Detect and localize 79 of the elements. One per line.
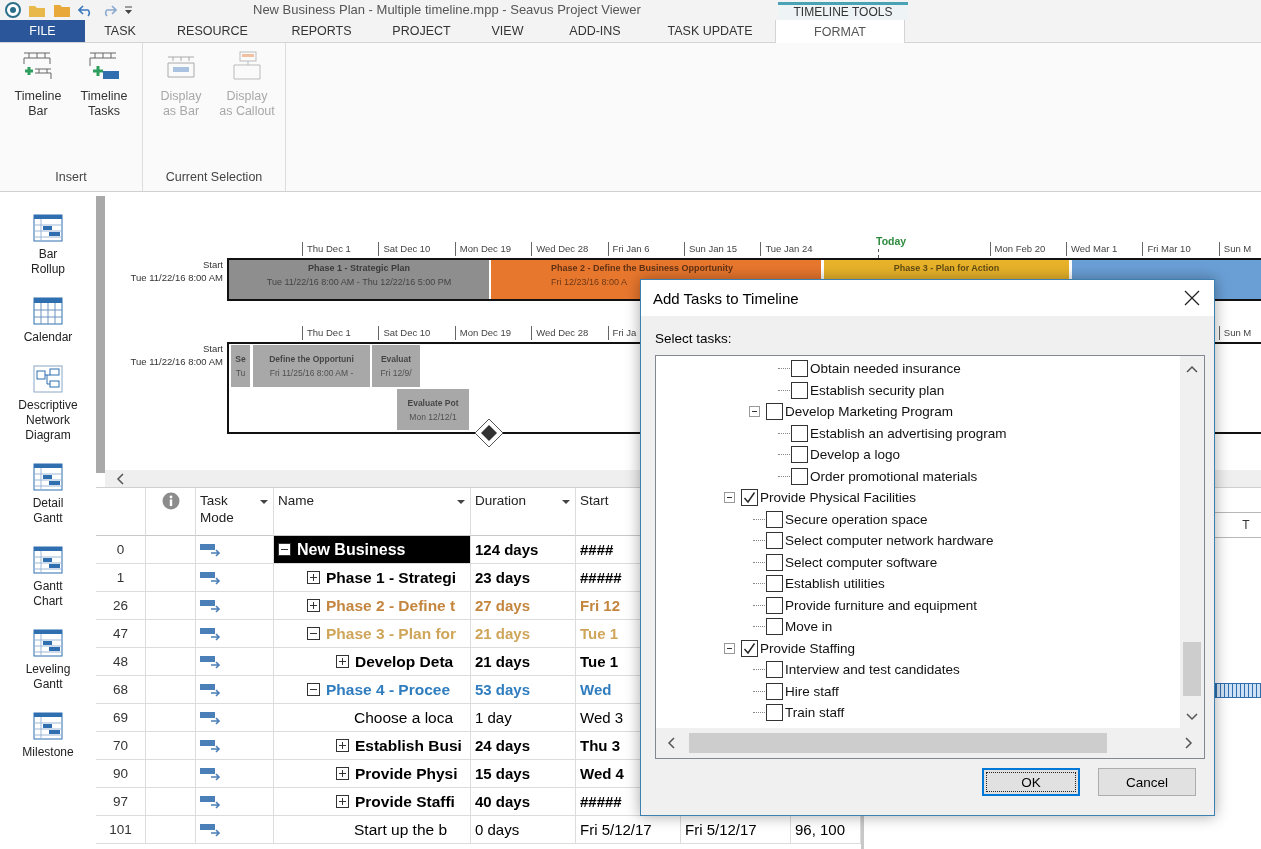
task-name: Phase 2 - Define t [326,596,456,615]
task-name: New Business [297,540,406,559]
row-number: 1 [116,570,125,585]
start-date-text: Wed 3 [580,709,624,726]
task-name: Start up the b [354,820,448,839]
duration-text: 15 days [475,765,531,782]
tick-label: Wed Mar 1 [1066,242,1118,256]
start-date-text: Fri 5/12/17 [580,821,652,838]
group-label: Current Selection [164,170,264,186]
row-number: 47 [113,626,128,641]
tick-label: Sat Dec 10 [378,326,431,340]
start-date-text: ##### [580,569,622,586]
tick-label: Mon Dec 19 [454,242,512,256]
start-label: Start [202,258,223,271]
start-date: Tue 11/22/16 8:00 AM [130,271,223,284]
timescale-label: T [1241,518,1251,532]
tick-label: Fri Jan 6 [607,242,650,256]
duration-text: 21 days [475,653,531,670]
row-number: 48 [113,654,128,669]
tick-label: Wed Dec 28 [531,242,589,256]
row-number: 70 [113,738,128,753]
tick-label: Thu Dec 1 [302,326,351,340]
start-date-text: Tue 1 [580,653,619,670]
dialog-title: Add Tasks to Timeline [653,289,799,307]
tick-label: Sat Dec 10 [378,242,431,256]
row-number: 97 [113,794,128,809]
tick-label: Tue Jan 24 [760,242,813,256]
header-label: Duration [475,492,527,509]
start-date-text: Wed [580,681,612,698]
row-number: 90 [113,766,128,781]
start-label: Start [202,342,223,355]
duration-text: 124 days [475,541,539,558]
tick-label: Fri Mar 10 [1142,242,1191,256]
row-number: 69 [113,710,128,725]
header-label: Name [278,492,314,509]
duration-text: 27 days [475,597,531,614]
row-number: 0 [116,542,125,557]
group-label: Insert [54,170,88,186]
tick-label: Mon Dec 19 [454,326,512,340]
tick-label: Mon Feb 20 [989,242,1046,256]
start-date: Tue 11/22/16 8:00 AM [130,355,223,368]
start-date-text: Wed 4 [580,765,624,782]
tick-label: Wed Dec 28 [531,326,589,340]
row-number: 101 [109,822,132,837]
task-name: Provide Staffi [355,792,455,811]
task-name: Provide Physi [355,764,458,783]
row-number: 68 [113,682,128,697]
header-label: Start [580,492,609,509]
context-tab-label: TIMELINE TOOLS [778,2,908,20]
task-name: Develop Deta [355,652,454,671]
row-number: 26 [113,598,128,613]
task-name: Phase 1 - Strategi [326,568,457,587]
task-name: Phase 4 - Procee [326,680,451,699]
duration-text: 23 days [475,569,531,586]
predecessors-text: 96, 100 [795,821,846,838]
tick-label: Sun M [1218,326,1252,340]
duration-text: 21 days [475,625,531,642]
duration-text: 1 day [475,709,512,726]
task-name: Choose a loca [354,708,454,727]
start-date-text: Tue 1 [580,625,619,642]
select-tasks-label: Select tasks: [655,331,733,346]
duration-text: 53 days [475,681,531,698]
duration-text: 0 days [475,821,520,838]
start-date-text: ##### [580,793,622,810]
tick-label: Sun M [1218,242,1252,256]
start-date-text: #### [580,541,614,558]
task-name: Establish Busi [355,736,462,755]
tick-label: Sun Jan 15 [684,242,738,256]
tick-label: Thu Dec 1 [302,242,351,256]
start-date-text: Fri 12 [580,597,621,614]
header-label: Task Mode [200,492,235,526]
tick-label: Fri Ja [607,326,637,340]
finish-date-text: Fri 5/12/17 [685,821,757,838]
task-name: Phase 3 - Plan for [326,624,457,643]
today-label: Today [876,235,907,247]
duration-text: 24 days [475,737,531,754]
start-date-text: Thu 3 [580,737,620,754]
window-title: New Business Plan - Multiple timeline.mpp - Seavus Project Viewer [252,1,642,19]
duration-text: 40 days [475,793,531,810]
